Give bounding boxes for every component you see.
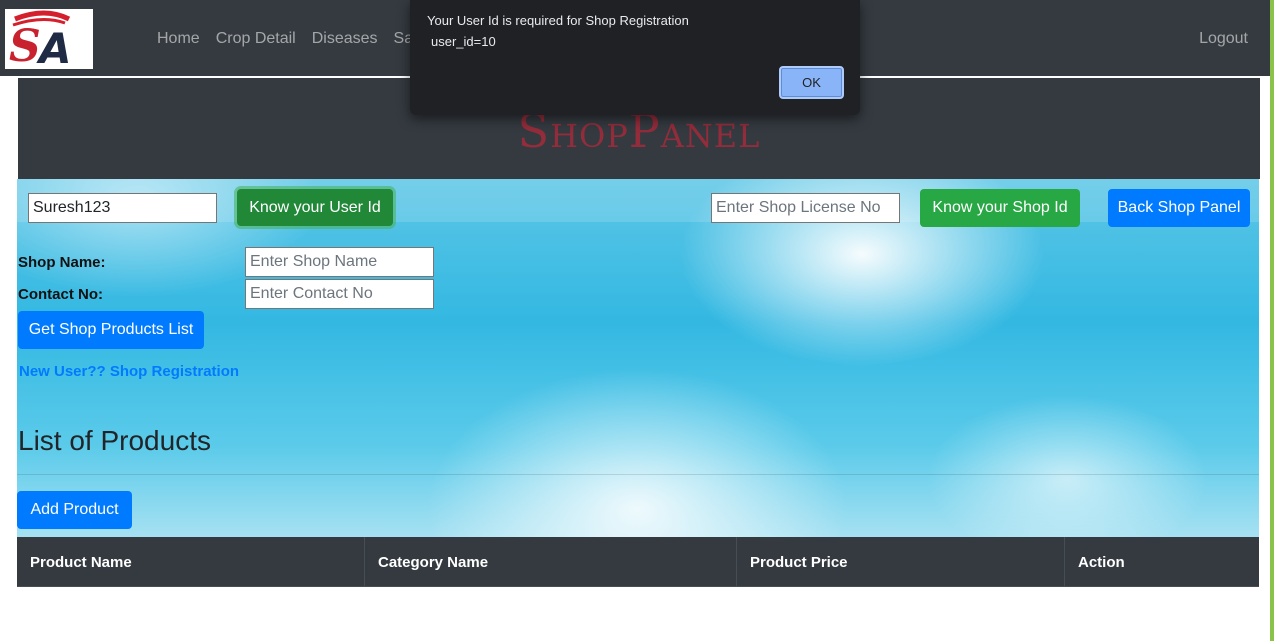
dialog-detail: user_id=10 — [431, 34, 496, 49]
shop-registration-link[interactable]: New User?? Shop Registration — [19, 363, 239, 380]
dialog-ok-button[interactable]: OK — [779, 66, 844, 99]
contact-label: Contact No: — [18, 286, 103, 303]
shop-license-input[interactable]: Enter Shop License No — [711, 193, 900, 223]
divider — [17, 474, 1259, 475]
nav-home[interactable]: Home — [149, 30, 208, 48]
username-input[interactable]: Suresh123 — [28, 193, 217, 223]
content-area: Suresh123 Know your User Id Enter Shop L… — [17, 179, 1259, 537]
nav-links: Home Crop Detail Diseases Sale — [149, 0, 434, 77]
logo-icon: S A — [5, 9, 93, 69]
shop-name-input[interactable]: Enter Shop Name — [245, 247, 434, 277]
know-user-id-button[interactable]: Know your User Id — [237, 189, 393, 226]
contact-input[interactable]: Enter Contact No — [245, 279, 434, 309]
column-product-price: Product Price — [737, 537, 1065, 587]
dialog-message: Your User Id is required for Shop Regist… — [427, 13, 689, 28]
get-products-button[interactable]: Get Shop Products List — [18, 311, 204, 349]
column-product-name: Product Name — [17, 537, 365, 587]
products-table-header: Product Name Category Name Product Price… — [17, 537, 1259, 587]
add-product-button[interactable]: Add Product — [17, 491, 132, 529]
column-action: Action — [1078, 553, 1125, 571]
know-shop-id-button[interactable]: Know your Shop Id — [920, 189, 1080, 227]
right-edge-strip — [1270, 0, 1274, 641]
shop-name-label: Shop Name: — [18, 254, 106, 271]
page: S A Home Crop Detail Diseases Sale Logou… — [0, 0, 1274, 641]
products-heading: List of Products — [18, 425, 211, 456]
svg-text:A: A — [36, 24, 72, 69]
nav-crop-detail[interactable]: Crop Detail — [208, 30, 304, 48]
alert-dialog: Your User Id is required for Shop Regist… — [410, 0, 860, 115]
column-category-name: Category Name — [365, 537, 737, 587]
svg-text:S: S — [9, 21, 41, 69]
nav-diseases[interactable]: Diseases — [304, 30, 386, 48]
back-shop-panel-button[interactable]: Back Shop Panel — [1108, 189, 1250, 227]
site-logo[interactable]: S A — [5, 9, 93, 69]
logout-link[interactable]: Logout — [1199, 0, 1248, 77]
